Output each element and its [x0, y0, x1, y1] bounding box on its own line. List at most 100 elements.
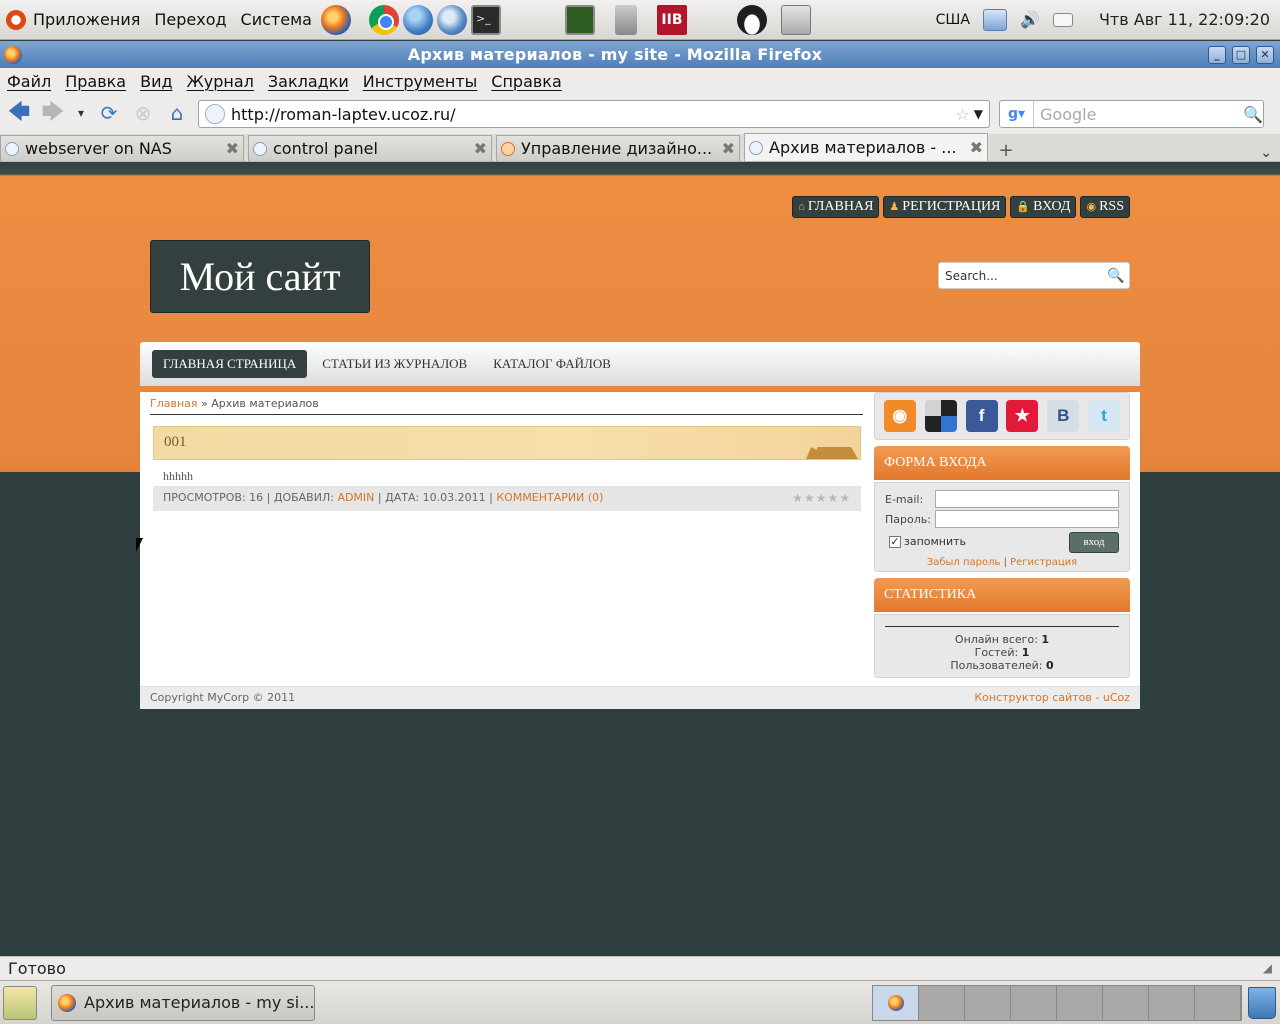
- url-text[interactable]: http://roman-laptev.ucoz.ru/: [231, 105, 955, 124]
- nav-file-catalog[interactable]: КАТАЛОГ ФАЙЛОВ: [482, 350, 622, 378]
- system-monitor-icon[interactable]: [564, 4, 595, 35]
- workspace-5[interactable]: [1057, 985, 1103, 1020]
- history-dropdown-icon[interactable]: ▾: [72, 99, 90, 129]
- workspace-3[interactable]: [965, 985, 1011, 1020]
- url-dropdown-icon[interactable]: ▼: [974, 107, 983, 121]
- new-tab-icon[interactable]: +: [992, 140, 1020, 161]
- tab-close-icon[interactable]: ✖: [226, 139, 239, 158]
- breadcrumb-home-link[interactable]: Главная: [150, 397, 198, 410]
- show-desktop-icon[interactable]: [3, 985, 37, 1020]
- tab-close-icon[interactable]: ✖: [474, 139, 487, 158]
- workspace-7[interactable]: [1149, 985, 1195, 1020]
- remember-checkbox[interactable]: ✓: [889, 535, 901, 548]
- volume-icon[interactable]: 🔊: [1019, 9, 1041, 31]
- entry-title-text[interactable]: 001: [164, 434, 187, 450]
- site-identity-icon[interactable]: [205, 104, 225, 124]
- site-search-placeholder[interactable]: Search...: [945, 269, 1107, 283]
- resize-grip-icon[interactable]: ◢: [1263, 961, 1272, 975]
- top-link-home[interactable]: ⌂ ГЛАВНАЯ: [792, 196, 880, 218]
- trash-icon[interactable]: [1248, 986, 1276, 1019]
- firefox-icon[interactable]: [320, 4, 351, 35]
- ubuntu-logo-icon[interactable]: [6, 9, 26, 30]
- file-cabinet-icon[interactable]: [614, 4, 637, 35]
- keyboard-layout-indicator[interactable]: США: [929, 12, 977, 28]
- tab-control-panel[interactable]: control panel ✖: [248, 135, 492, 161]
- mail-icon[interactable]: [1052, 12, 1073, 27]
- network-icon[interactable]: [982, 8, 1007, 31]
- tab-archive[interactable]: Архив материалов - ... ✖: [744, 133, 988, 161]
- menu-file[interactable]: Файл: [0, 72, 58, 91]
- reload-icon[interactable]: ⟳: [94, 99, 124, 129]
- tab-design-management[interactable]: Управление дизайно... ✖: [496, 135, 740, 161]
- back-arrow-icon[interactable]: 🡄: [4, 99, 34, 129]
- joystick-icon[interactable]: [780, 4, 811, 35]
- workspace-6[interactable]: [1103, 985, 1149, 1020]
- stop-icon[interactable]: ⊗: [128, 99, 158, 129]
- firefox-window-icon[interactable]: [4, 45, 22, 64]
- menu-bookmarks[interactable]: Закладки: [261, 72, 356, 91]
- password-field[interactable]: [935, 510, 1119, 528]
- entry-comments-link[interactable]: КОММЕНТАРИИ (0): [496, 491, 603, 504]
- login-submit-button[interactable]: вход: [1069, 532, 1119, 553]
- search-icon[interactable]: 🔍: [1243, 105, 1263, 124]
- constructor-link[interactable]: Конструктор сайтов: [974, 691, 1092, 704]
- rating-stars-icon[interactable]: ★★★★★: [792, 491, 851, 505]
- tab-webserver[interactable]: webserver on NAS ✖: [0, 135, 244, 161]
- search-placeholder[interactable]: Google: [1034, 105, 1243, 124]
- entry-author-link[interactable]: ADMIN: [337, 491, 374, 504]
- places-menu[interactable]: Переход: [147, 10, 233, 29]
- tab-close-icon[interactable]: ✖: [970, 138, 983, 157]
- thunderbird-icon[interactable]: [436, 4, 467, 35]
- facebook-icon[interactable]: f: [965, 400, 998, 432]
- star-icon[interactable]: ★: [1006, 400, 1039, 432]
- workspace-1[interactable]: [873, 985, 919, 1020]
- forgot-password-link[interactable]: Забыл пароль: [927, 557, 1001, 568]
- minimize-icon[interactable]: _: [1208, 45, 1226, 64]
- nav-journal-articles[interactable]: СТАТЬИ ИЗ ЖУРНАЛОВ: [311, 350, 478, 378]
- system-menu[interactable]: Система: [234, 10, 319, 29]
- ucoz-link[interactable]: uCoz: [1103, 691, 1130, 704]
- tab-label[interactable]: Архив материалов - ...: [769, 138, 966, 157]
- workspace-4[interactable]: [1011, 985, 1057, 1020]
- tab-close-icon[interactable]: ✖: [722, 139, 735, 158]
- nav-home-page[interactable]: ГЛАВНАЯ СТРАНИЦА: [152, 350, 308, 378]
- url-bar[interactable]: http://roman-laptev.ucoz.ru/ ☆ ▼: [198, 100, 990, 128]
- vkontakte-icon[interactable]: B: [1047, 400, 1080, 432]
- menu-view[interactable]: Вид: [133, 72, 179, 91]
- tab-list-icon[interactable]: ⌄: [1260, 145, 1272, 161]
- menu-edit[interactable]: Правка: [58, 72, 133, 91]
- menu-help[interactable]: Справка: [484, 72, 569, 91]
- register-link[interactable]: Регистрация: [1010, 557, 1077, 568]
- maximize-icon[interactable]: □: [1232, 45, 1250, 64]
- search-icon[interactable]: 🔍: [1107, 268, 1129, 284]
- top-link-login[interactable]: 🔒 ВХОД: [1010, 196, 1077, 218]
- tux-icon[interactable]: [736, 4, 767, 35]
- site-logo[interactable]: Мой сайт: [150, 240, 370, 313]
- tab-label[interactable]: Управление дизайно...: [521, 139, 718, 158]
- top-link-rss[interactable]: ◉ RSS: [1080, 196, 1130, 218]
- delicious-icon[interactable]: [924, 400, 957, 432]
- menu-tools[interactable]: Инструменты: [356, 72, 485, 91]
- search-bar[interactable]: g▾ Google 🔍: [999, 100, 1264, 128]
- tab-label[interactable]: webserver on NAS: [25, 139, 222, 158]
- workspace-2[interactable]: [919, 985, 965, 1020]
- site-search-input[interactable]: Search... 🔍: [938, 262, 1130, 289]
- taskbar-firefox-window[interactable]: Архив материалов - my si...: [51, 984, 315, 1021]
- top-link-register[interactable]: ♟ РЕГИСТРАЦИЯ: [883, 196, 1007, 218]
- email-field[interactable]: [935, 490, 1119, 508]
- home-icon[interactable]: ⌂: [162, 99, 192, 129]
- google-engine-icon[interactable]: g▾: [1000, 101, 1034, 127]
- chrome-icon[interactable]: [368, 4, 399, 35]
- terminal-icon[interactable]: >_: [470, 4, 501, 35]
- workspace-8[interactable]: [1195, 985, 1241, 1020]
- menu-history[interactable]: Журнал: [180, 72, 261, 91]
- entry-title[interactable]: 001: [153, 426, 861, 460]
- window-titlebar[interactable]: Архив материалов - my site - Mozilla Fir…: [0, 41, 1280, 68]
- twitter-icon[interactable]: t: [1088, 400, 1121, 432]
- tab-label[interactable]: control panel: [273, 139, 470, 158]
- globe-icon[interactable]: [402, 4, 433, 35]
- applications-menu[interactable]: Приложения: [26, 10, 147, 29]
- clock[interactable]: Чтв Авг 11, 22:09:20: [1079, 10, 1280, 29]
- forward-arrow-icon[interactable]: 🡆: [38, 99, 68, 129]
- book-icon[interactable]: ІІВ: [656, 4, 687, 35]
